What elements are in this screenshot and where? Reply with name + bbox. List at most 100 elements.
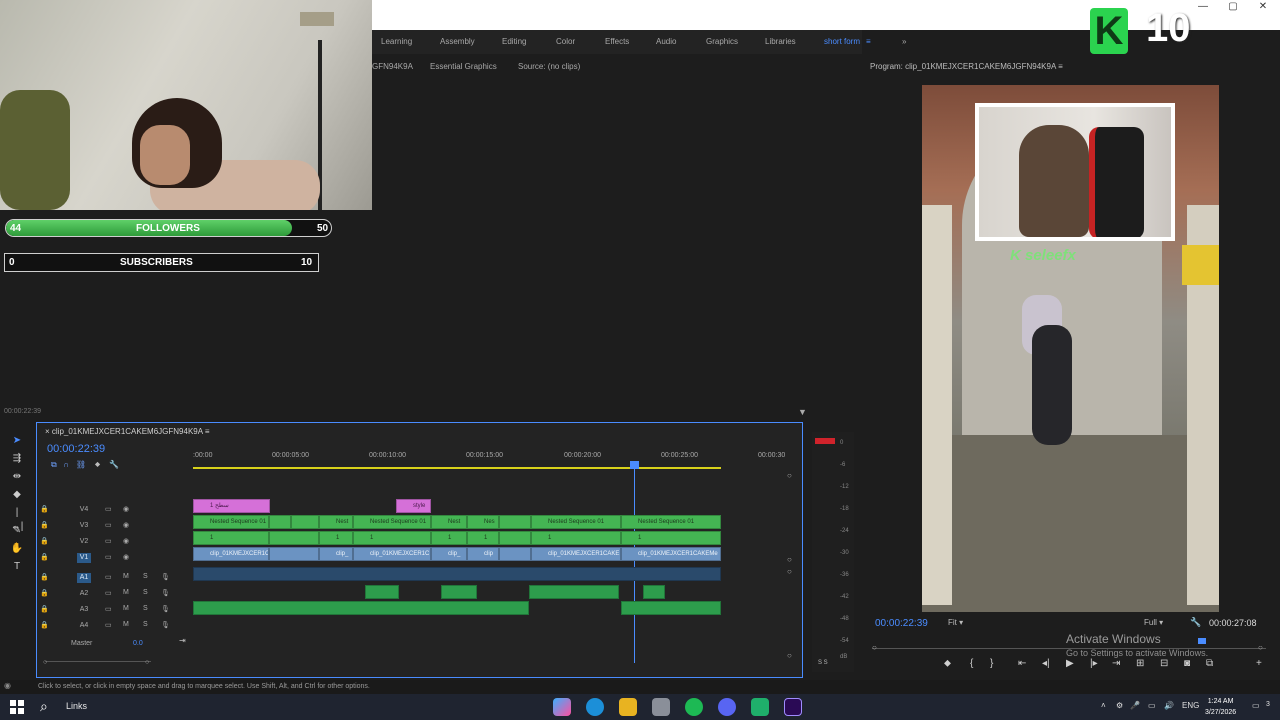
zoom-handle-icon[interactable]: ○: [43, 659, 47, 666]
lock-icon[interactable]: 🔒: [40, 537, 49, 545]
solo-icon[interactable]: S: [143, 621, 148, 628]
go-to-out-icon[interactable]: ⇥: [1112, 658, 1120, 669]
slip-tool-icon[interactable]: |↔|: [10, 506, 24, 532]
solo-icon[interactable]: S: [143, 605, 148, 612]
snap-icon[interactable]: ∩: [63, 460, 69, 469]
clip-a2-audio[interactable]: [529, 585, 619, 599]
edge-icon[interactable]: [586, 698, 604, 716]
lock-icon[interactable]: 🔒: [40, 573, 49, 581]
tab-audio[interactable]: Audio: [656, 30, 676, 54]
sequence-tab[interactable]: × clip_01KMEJXCER1CAKEM6JGFN94K9A ≡: [45, 427, 210, 436]
taskbar-clock[interactable]: 1:24 AM 3/27/2026: [1205, 696, 1236, 718]
network-icon[interactable]: ▭: [1148, 701, 1156, 710]
sync-icon[interactable]: ▭: [105, 521, 112, 529]
work-area-bar[interactable]: [193, 467, 721, 469]
clip-a3-audio[interactable]: [621, 601, 721, 615]
tab-learning[interactable]: Learning: [381, 30, 412, 54]
lift-icon[interactable]: ⊞: [1136, 658, 1144, 669]
tab-assembly[interactable]: Assembly: [440, 30, 475, 54]
voiceover-icon[interactable]: 🎙: [161, 573, 170, 581]
store-icon[interactable]: [652, 698, 670, 716]
tab-effects[interactable]: Effects: [605, 30, 629, 54]
program-playhead-icon[interactable]: [1198, 638, 1206, 644]
timeline-zoom-scrollbar[interactable]: [45, 661, 151, 662]
volume-icon[interactable]: 🔊: [1164, 701, 1174, 710]
clip-v1[interactable]: clip_: [319, 547, 353, 561]
scroll-handle-icon[interactable]: ○: [787, 555, 792, 564]
program-monitor-title[interactable]: Program: clip_01KMEJXCER1CAKEM6JGFN94K9A…: [870, 62, 1063, 71]
windows-start-icon[interactable]: [10, 700, 24, 714]
clip-v2[interactable]: [499, 531, 531, 545]
copilot-icon[interactable]: [553, 698, 571, 716]
file-explorer-icon[interactable]: [619, 698, 637, 716]
program-menu-icon[interactable]: ≡: [1058, 62, 1063, 71]
clip-a2-audio[interactable]: [441, 585, 477, 599]
clip-v4[interactable]: style: [396, 499, 431, 513]
clip-v3[interactable]: [269, 515, 291, 529]
add-marker-icon[interactable]: ⬥: [95, 460, 100, 469]
track-label[interactable]: A1: [77, 573, 91, 583]
sync-icon[interactable]: ▭: [105, 573, 112, 581]
premiere-pro-icon[interactable]: [784, 698, 802, 716]
sync-icon[interactable]: ▭: [105, 505, 112, 513]
close-icon[interactable]: ✕: [1248, 0, 1278, 14]
more-workspaces-icon[interactable]: »: [902, 30, 906, 54]
export-frame-icon[interactable]: ◙: [1184, 658, 1190, 669]
track-select-tool-icon[interactable]: ⇶: [10, 452, 24, 466]
clip-a3-audio[interactable]: [193, 601, 529, 615]
scroll-handle-icon[interactable]: ○: [787, 567, 792, 576]
clip-v1[interactable]: clip_01KMEJXCER1CAKEMe: [621, 547, 721, 561]
wrench-icon[interactable]: 🔧: [1190, 617, 1201, 628]
comparison-view-icon[interactable]: ⧉: [1206, 658, 1213, 669]
tray-app-icon[interactable]: ⚙: [1116, 701, 1123, 710]
track-label[interactable]: A2: [77, 589, 91, 599]
timeline-playhead[interactable]: [634, 463, 635, 663]
track-label[interactable]: V1: [77, 553, 91, 563]
voiceover-icon[interactable]: 🎙: [161, 605, 170, 613]
solo-icon[interactable]: S: [143, 589, 148, 596]
clip-v3[interactable]: Nested Sequence 01: [193, 515, 269, 529]
lock-icon[interactable]: 🔒: [40, 553, 49, 561]
voiceover-icon[interactable]: 🎙: [161, 589, 170, 597]
clip-v3[interactable]: Nest: [431, 515, 467, 529]
clip-v2[interactable]: 1: [319, 531, 353, 545]
app-icon[interactable]: [751, 698, 769, 716]
clip-v1[interactable]: [269, 547, 319, 561]
lock-icon[interactable]: 🔒: [40, 521, 49, 529]
mute-icon[interactable]: M: [123, 605, 129, 612]
master-go-to-icon[interactable]: ⇥: [179, 636, 186, 645]
clip-v2[interactable]: 1: [193, 531, 269, 545]
clip-v2[interactable]: 1: [467, 531, 499, 545]
pen-tool-icon[interactable]: ✎: [10, 524, 24, 538]
in-point-handle-icon[interactable]: ○: [872, 643, 877, 652]
tab-color[interactable]: Color: [556, 30, 575, 54]
clip-v1[interactable]: clip_01KMEJXCER1C: [353, 547, 431, 561]
sync-icon[interactable]: ▭: [105, 605, 112, 613]
sync-icon[interactable]: ▭: [105, 589, 112, 597]
hand-tool-icon[interactable]: ✋: [10, 542, 24, 556]
clip-v3[interactable]: Nested Sequence 01: [531, 515, 621, 529]
mark-in-icon[interactable]: {: [970, 658, 973, 669]
ripple-edit-tool-icon[interactable]: ⇹: [10, 470, 24, 484]
mute-icon[interactable]: M: [123, 589, 129, 596]
track-label[interactable]: V2: [77, 537, 91, 547]
zoom-select[interactable]: Fit ▾: [948, 618, 963, 627]
filter-icon[interactable]: ▼: [798, 407, 807, 417]
timeline-timecode[interactable]: 00:00:22:39: [47, 443, 105, 455]
sync-icon[interactable]: ▭: [105, 553, 112, 561]
clip-v3[interactable]: Nested Sequence 01: [353, 515, 431, 529]
timeline-settings-icon[interactable]: 🔧: [109, 460, 119, 469]
master-track-value[interactable]: 0.0: [133, 640, 143, 647]
extract-icon[interactable]: ⊟: [1160, 658, 1168, 669]
lock-icon[interactable]: 🔒: [40, 505, 49, 513]
clip-v2[interactable]: 1: [431, 531, 467, 545]
discord-icon[interactable]: [718, 698, 736, 716]
clip-v1[interactable]: clip_01KMEJXCER1CAKE: [531, 547, 621, 561]
scroll-handle-icon[interactable]: ○: [787, 471, 792, 480]
eye-icon[interactable]: ◉: [123, 505, 129, 513]
nest-toggle-icon[interactable]: ⧉: [51, 460, 57, 469]
razor-tool-icon[interactable]: ◆: [10, 488, 24, 502]
sync-icon[interactable]: ▭: [105, 537, 112, 545]
notifications-icon[interactable]: ▭: [1252, 701, 1260, 710]
play-icon[interactable]: ▶: [1066, 658, 1074, 669]
